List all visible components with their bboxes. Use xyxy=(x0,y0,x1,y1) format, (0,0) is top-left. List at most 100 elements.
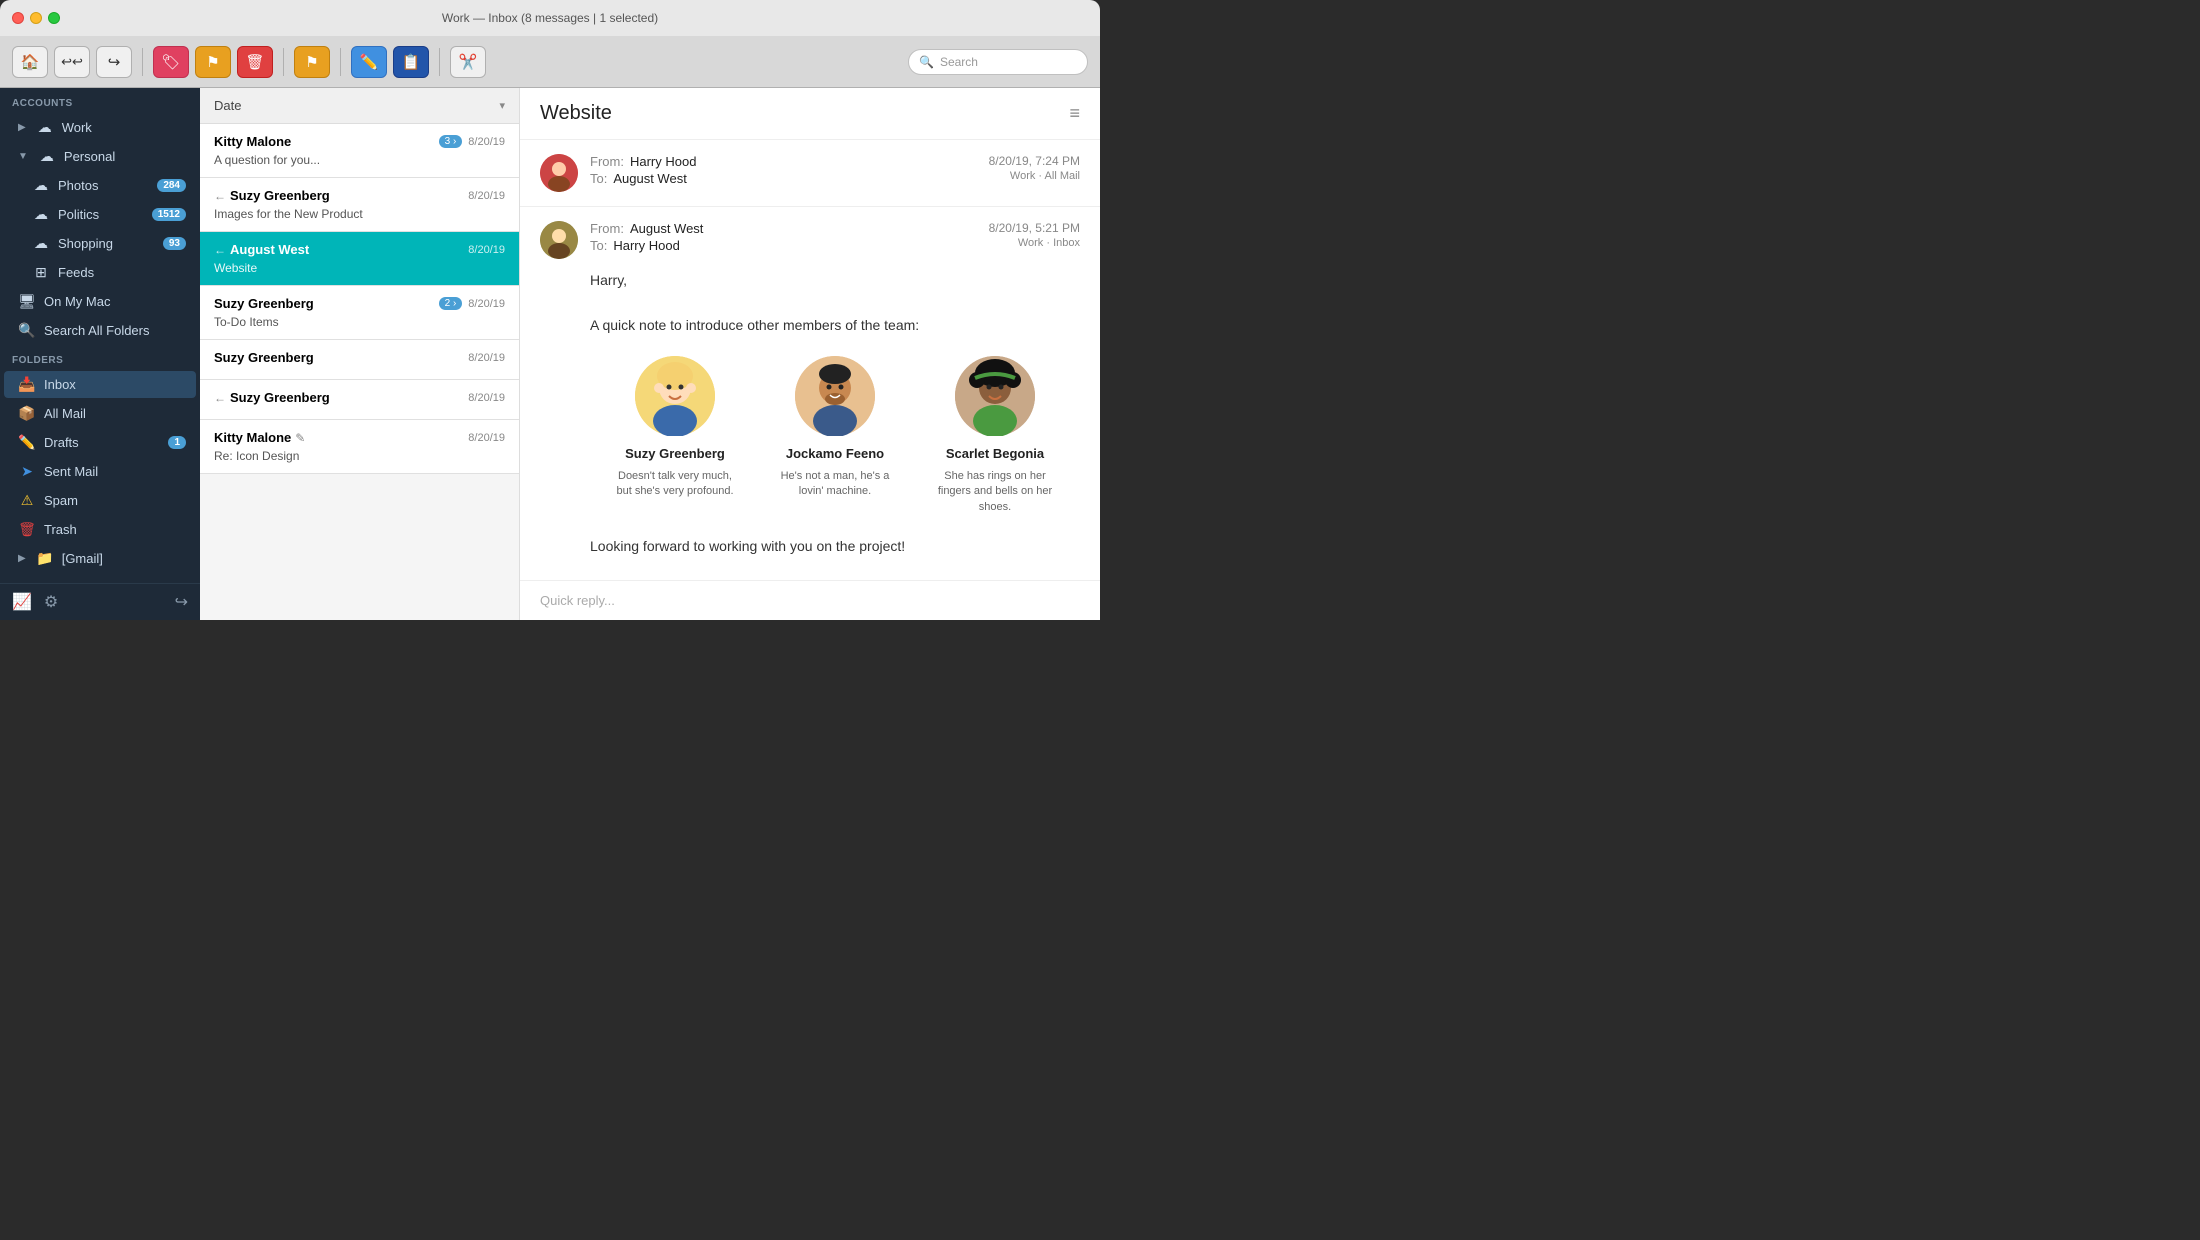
inbox-icon: 📥 xyxy=(18,376,36,393)
message-date-1: 8/20/19 xyxy=(468,136,505,148)
sort-label[interactable]: Date xyxy=(214,98,241,113)
separator-3 xyxy=(340,48,341,76)
settings-icon[interactable]: ⚙ xyxy=(44,592,58,612)
cloud-icon: ☁ xyxy=(36,119,54,136)
message-header-3: ← August West 8/20/19 xyxy=(214,242,505,257)
archive-button[interactable]: 🏠 xyxy=(12,46,48,78)
separator-4 xyxy=(439,48,440,76)
tag2-button[interactable]: ✂️ xyxy=(450,46,486,78)
sidebar-item-trash[interactable]: 🗑 Trash xyxy=(4,516,196,543)
message-item-3[interactable]: ← August West 8/20/19 Website xyxy=(200,232,519,286)
to-label-1: To: xyxy=(590,171,607,186)
shopping-badge: 93 xyxy=(163,237,186,250)
flag-button[interactable]: ⚑ xyxy=(195,46,231,78)
email-message-header-1: From: Harry Hood To: August West 8/20/19… xyxy=(540,154,1080,192)
message-item-2[interactable]: ← Suzy Greenberg 8/20/19 Images for the … xyxy=(200,178,519,232)
message-meta-4: 2 › 8/20/19 xyxy=(439,297,505,310)
monitor-icon: 🖥 xyxy=(18,293,36,310)
logout-icon[interactable]: ↪ xyxy=(175,592,188,612)
trash-icon: 🗑 xyxy=(18,521,36,538)
message-header-6: ← Suzy Greenberg 8/20/19 xyxy=(214,390,505,405)
sidebar-item-drafts[interactable]: ✏️ Drafts 1 xyxy=(4,429,196,456)
sidebar-item-feeds[interactable]: ⊞ Feeds xyxy=(4,259,196,286)
sidebar-item-gmail[interactable]: ▶ 📁 [Gmail] xyxy=(4,545,196,572)
message-header-1: Kitty Malone 3 › 8/20/19 xyxy=(214,134,505,149)
message-item-4[interactable]: Suzy Greenberg 2 › 8/20/19 To-Do Items xyxy=(200,286,519,340)
sent-icon: ➤ xyxy=(18,463,36,480)
sidebar-item-shopping[interactable]: ☁ Shopping 93 xyxy=(4,230,196,257)
message-header-5: Suzy Greenberg 8/20/19 xyxy=(214,350,505,365)
sort-arrow-icon[interactable]: ▾ xyxy=(499,99,505,112)
message-badge-4: 2 › xyxy=(439,297,463,310)
email-to-line-1: To: August West xyxy=(590,171,977,186)
email-intro: A quick note to introduce other members … xyxy=(590,314,1080,336)
sidebar-item-politics[interactable]: ☁ Politics 1512 xyxy=(4,201,196,228)
chevron-right-icon: ▶ xyxy=(18,122,26,133)
note-button[interactable]: 📋 xyxy=(393,46,429,78)
delete-button[interactable]: 🗑 xyxy=(237,46,273,78)
search-box[interactable]: 🔍 Search xyxy=(908,49,1088,75)
main-layout: Accounts ▶ ☁ Work ▼ ☁ Personal ☁ Photos … xyxy=(0,88,1100,620)
quick-reply[interactable]: Quick reply... xyxy=(520,580,1100,620)
message-meta-1: 3 › 8/20/19 xyxy=(439,135,505,148)
folders-label: Folders xyxy=(0,345,200,370)
reply-all-button[interactable]: ↩↩ xyxy=(54,46,90,78)
email-detail: Website ≡ From: xyxy=(520,88,1100,620)
sidebar-item-all-mail[interactable]: 📦 All Mail xyxy=(4,400,196,427)
email-message-header-2: From: August West To: Harry Hood 8/20/19… xyxy=(540,221,1080,259)
message-header-2: ← Suzy Greenberg 8/20/19 xyxy=(214,188,505,203)
email-meta-1: From: Harry Hood To: August West xyxy=(590,154,977,188)
message-header-4: Suzy Greenberg 2 › 8/20/19 xyxy=(214,296,505,311)
message-subject-7: Re: Icon Design xyxy=(214,449,505,463)
separator-1 xyxy=(142,48,143,76)
email-timestamp-area-2: 8/20/19, 5:21 PM Work · Inbox xyxy=(989,221,1080,249)
team-desc-jockamo: He's not a man, he's a lovin' machine. xyxy=(775,469,895,500)
message-sender-2: Suzy Greenberg xyxy=(230,188,330,203)
sidebar-item-sent[interactable]: ➤ Sent Mail xyxy=(4,458,196,485)
fullscreen-button[interactable] xyxy=(48,12,60,24)
toolbar: 🏠 ↩↩ ↪ 🏷 ⚑ 🗑 ⚑ ✏️ 📋 ✂️ 🔍 Search xyxy=(0,36,1100,88)
move-button[interactable]: ⚑ xyxy=(294,46,330,78)
drafts-badge: 1 xyxy=(168,436,186,449)
compose-button[interactable]: ✏️ xyxy=(351,46,387,78)
message-sender-7: Kitty Malone xyxy=(214,430,291,445)
sidebar-item-inbox[interactable]: 📥 Inbox xyxy=(4,371,196,398)
kebab-menu-icon[interactable]: ≡ xyxy=(1069,103,1080,124)
email-message-2: From: August West To: Harry Hood 8/20/19… xyxy=(520,207,1100,580)
cloud-icon-photos: ☁ xyxy=(32,177,50,194)
to-name-1: August West xyxy=(613,171,686,186)
close-button[interactable] xyxy=(12,12,24,24)
message-list-header: Date ▾ xyxy=(200,88,519,124)
activity-icon[interactable]: 📈 xyxy=(12,592,32,612)
separator-2 xyxy=(283,48,284,76)
sidebar-item-spam[interactable]: ⚠ Spam xyxy=(4,487,196,514)
search-icon: 🔍 xyxy=(919,55,934,69)
message-sender-4: Suzy Greenberg xyxy=(214,296,314,311)
sidebar-item-search-all[interactable]: 🔍 Search All Folders xyxy=(4,317,196,344)
sidebar-item-personal[interactable]: ▼ ☁ Personal xyxy=(4,143,196,170)
email-tags-1: Work · All Mail xyxy=(989,170,1080,182)
sidebar: Accounts ▶ ☁ Work ▼ ☁ Personal ☁ Photos … xyxy=(0,88,200,620)
minimize-button[interactable] xyxy=(30,12,42,24)
team-member-jockamo: Jockamo Feeno He's not a man, he's a lov… xyxy=(775,356,895,515)
message-subject-4: To-Do Items xyxy=(214,315,505,329)
reply-arrow-icon-2: ← xyxy=(214,189,226,203)
message-date-3: 8/20/19 xyxy=(468,244,505,256)
forward-button[interactable]: ↪ xyxy=(96,46,132,78)
reply-arrow-icon-3: ← xyxy=(214,243,226,257)
email-tags-2: Work · Inbox xyxy=(989,237,1080,249)
message-item-5[interactable]: Suzy Greenberg 8/20/19 xyxy=(200,340,519,380)
chevron-right-icon-gmail: ▶ xyxy=(18,553,26,564)
tag-button[interactable]: 🏷 xyxy=(153,46,189,78)
team-name-scarlet: Scarlet Begonia xyxy=(935,444,1055,465)
message-item[interactable]: Kitty Malone 3 › 8/20/19 A question for … xyxy=(200,124,519,178)
sidebar-item-photos[interactable]: ☁ Photos 284 xyxy=(4,172,196,199)
message-item-6[interactable]: ← Suzy Greenberg 8/20/19 xyxy=(200,380,519,420)
email-timestamp-1: 8/20/19, 7:24 PM xyxy=(989,154,1080,168)
message-sender-5: Suzy Greenberg xyxy=(214,350,314,365)
sidebar-item-work[interactable]: ▶ ☁ Work xyxy=(4,114,196,141)
sidebar-item-on-my-mac[interactable]: 🖥 On My Mac xyxy=(4,288,196,315)
message-item-7[interactable]: Kitty Malone ✎ 8/20/19 Re: Icon Design xyxy=(200,420,519,474)
photos-badge: 284 xyxy=(157,179,186,192)
traffic-lights xyxy=(12,12,60,24)
